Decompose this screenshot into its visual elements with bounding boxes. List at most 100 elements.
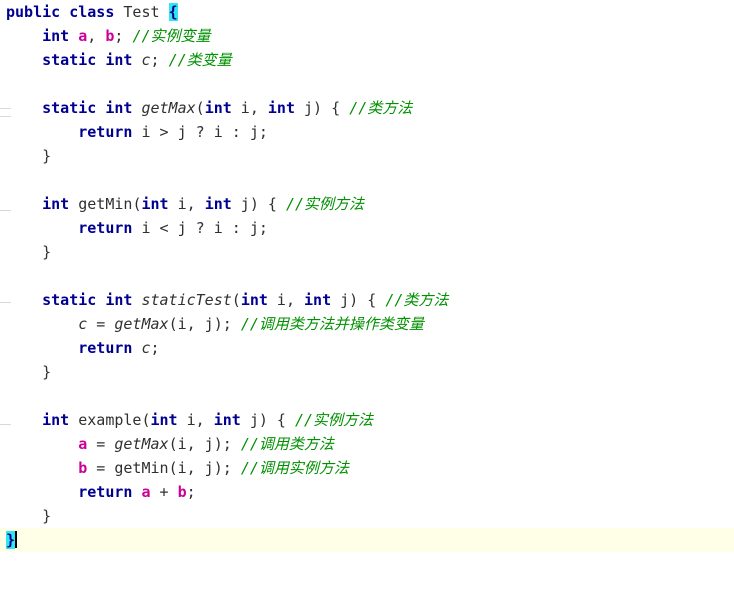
instance-field-token: a bbox=[78, 435, 88, 453]
code-line[interactable]: int example(int i, int j) { //实例方法 bbox=[0, 408, 734, 432]
punctuation-token: = bbox=[87, 435, 115, 453]
punctuation-token: ( bbox=[141, 411, 151, 429]
punctuation-token: } bbox=[42, 507, 52, 525]
code-line[interactable] bbox=[0, 264, 734, 288]
code-line[interactable]: return a + b; bbox=[0, 480, 734, 504]
code-line[interactable] bbox=[0, 168, 734, 192]
code-content-area[interactable]: public class Test { int a, b; //实例变量 sta… bbox=[0, 0, 734, 590]
keyword-token: int bbox=[42, 195, 70, 213]
code-line[interactable]: return i < j ? i : j; bbox=[0, 216, 734, 240]
code-line[interactable] bbox=[0, 72, 734, 96]
keyword-token: int bbox=[105, 99, 133, 117]
punctuation-token: j) { bbox=[240, 411, 295, 429]
code-line[interactable]: } bbox=[0, 504, 734, 528]
text-caret bbox=[15, 531, 18, 548]
keyword-token: return bbox=[78, 123, 133, 141]
keyword-token: int bbox=[267, 99, 295, 117]
comment-token: //调用类方法 bbox=[240, 435, 334, 453]
punctuation-token: (i, j); bbox=[168, 435, 241, 453]
instance-field-token: a bbox=[141, 483, 151, 501]
keyword-token: return bbox=[78, 219, 133, 237]
punctuation-token: + bbox=[150, 483, 178, 501]
keyword-token: static bbox=[42, 291, 97, 309]
keyword-token: int bbox=[204, 99, 232, 117]
code-line[interactable]: } bbox=[0, 528, 734, 552]
keyword-token: return bbox=[78, 483, 133, 501]
instance-field-token: b bbox=[78, 459, 88, 477]
keyword-token: int bbox=[141, 195, 169, 213]
punctuation-token: ( bbox=[195, 99, 205, 117]
code-line[interactable] bbox=[0, 384, 734, 408]
keyword-token: int bbox=[304, 291, 332, 309]
code-editor[interactable]: public class Test { int a, b; //实例变量 sta… bbox=[0, 0, 734, 590]
matched-brace-token: { bbox=[168, 3, 178, 21]
matched-brace-token: } bbox=[6, 531, 16, 549]
code-line[interactable]: static int c; //类变量 bbox=[0, 48, 734, 72]
punctuation-token: (i, j); bbox=[168, 459, 241, 477]
code-line[interactable]: a = getMax(i, j); //调用类方法 bbox=[0, 432, 734, 456]
code-line[interactable]: b = getMin(i, j); //调用实例方法 bbox=[0, 456, 734, 480]
code-line[interactable]: } bbox=[0, 360, 734, 384]
code-line[interactable]: static int getMax(int i, int j) { //类方法 bbox=[0, 96, 734, 120]
method-token: getMin bbox=[78, 195, 133, 213]
static-field-token: c bbox=[78, 315, 88, 333]
static-method-token: getMax bbox=[114, 315, 169, 333]
comment-token: //实例方法 bbox=[295, 411, 374, 429]
punctuation-token: i, bbox=[231, 99, 268, 117]
code-line[interactable]: return c; bbox=[0, 336, 734, 360]
comment-token: //实例变量 bbox=[132, 27, 211, 45]
keyword-token: static bbox=[42, 99, 97, 117]
code-line[interactable]: int getMin(int i, int j) { //实例方法 bbox=[0, 192, 734, 216]
code-line[interactable]: c = getMax(i, j); //调用类方法并操作类变量 bbox=[0, 312, 734, 336]
comment-token: //调用实例方法 bbox=[240, 459, 349, 477]
punctuation-token: } bbox=[42, 147, 52, 165]
punctuation-token: (i, j); bbox=[168, 315, 241, 333]
code-line[interactable]: } bbox=[0, 240, 734, 264]
punctuation-token: } bbox=[42, 243, 52, 261]
code-line[interactable]: } bbox=[0, 144, 734, 168]
punctuation-token: = bbox=[87, 459, 115, 477]
method-token: getMin bbox=[114, 459, 169, 477]
punctuation-token: , bbox=[87, 27, 106, 45]
keyword-token: int bbox=[213, 411, 241, 429]
keyword-token: int bbox=[240, 291, 268, 309]
code-line[interactable]: return i > j ? i : j; bbox=[0, 120, 734, 144]
code-line[interactable]: int a, b; //实例变量 bbox=[0, 24, 734, 48]
punctuation-token: = bbox=[87, 315, 115, 333]
punctuation-token: ; bbox=[114, 27, 133, 45]
keyword-token: int bbox=[150, 411, 178, 429]
punctuation-token: ( bbox=[231, 291, 241, 309]
punctuation-token: ; bbox=[186, 483, 196, 501]
keyword-token: static bbox=[42, 51, 97, 69]
code-line[interactable]: static int staticTest(int i, int j) { //… bbox=[0, 288, 734, 312]
static-field-token: c bbox=[141, 51, 151, 69]
punctuation-token: j) { bbox=[295, 99, 350, 117]
code-line[interactable]: public class Test { bbox=[0, 0, 734, 24]
identifier-token: Test bbox=[123, 3, 160, 21]
punctuation-token: j) { bbox=[231, 195, 286, 213]
keyword-token: int bbox=[105, 51, 133, 69]
punctuation-token: ; bbox=[150, 51, 169, 69]
punctuation-token: j) { bbox=[331, 291, 386, 309]
static-method-token: getMax bbox=[141, 99, 196, 117]
instance-field-token: b bbox=[177, 483, 187, 501]
comment-token: //类方法 bbox=[385, 291, 449, 309]
